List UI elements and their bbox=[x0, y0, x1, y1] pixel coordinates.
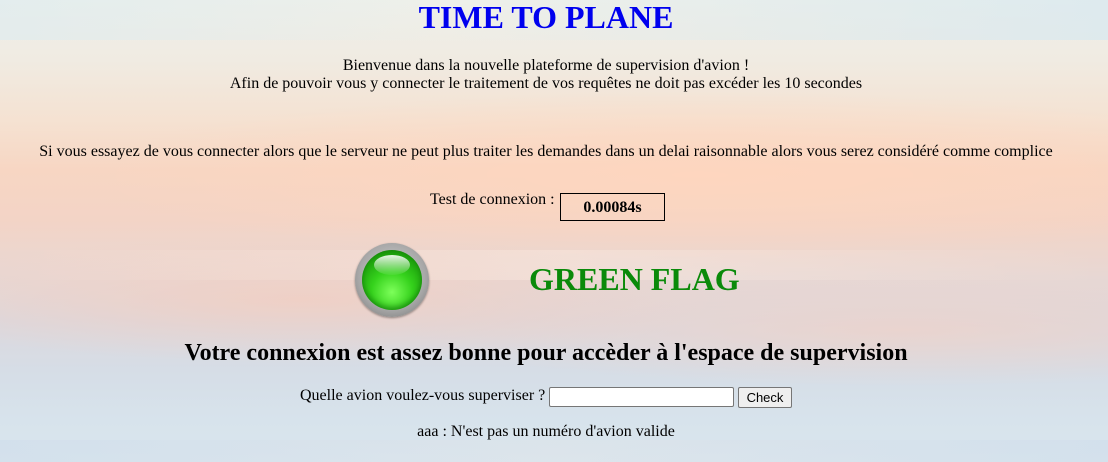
intro-line-welcome: Bienvenue dans la nouvelle plateforme de… bbox=[342, 57, 750, 74]
plane-number-input[interactable] bbox=[549, 387, 734, 407]
green-light-icon bbox=[355, 243, 429, 317]
connection-test-value: 0.00084s bbox=[560, 193, 665, 221]
validation-result: aaa : N'est pas un numéro d'avion valide bbox=[417, 423, 675, 440]
intro-text: Bienvenue dans la nouvelle plateforme de… bbox=[0, 57, 1092, 93]
connection-status-message: Votre connexion est assez bonne pour acc… bbox=[184, 340, 908, 366]
page-title: TIME TO PLANE bbox=[418, 0, 674, 35]
connection-test-label: Test de connexion : bbox=[430, 191, 555, 208]
sky-streak-bottom bbox=[0, 440, 1108, 462]
warning-text: Si vous essayez de vous connecter alors … bbox=[39, 143, 1053, 160]
intro-line-requirement: Afin de pouvoir vous y connecter le trai… bbox=[229, 75, 863, 92]
check-button[interactable]: Check bbox=[738, 387, 792, 408]
flag-status: GREEN FLAG bbox=[529, 261, 740, 297]
plane-input-label: Quelle avion voulez-vous superviser ? bbox=[300, 387, 546, 404]
green-light-shine bbox=[374, 255, 410, 275]
